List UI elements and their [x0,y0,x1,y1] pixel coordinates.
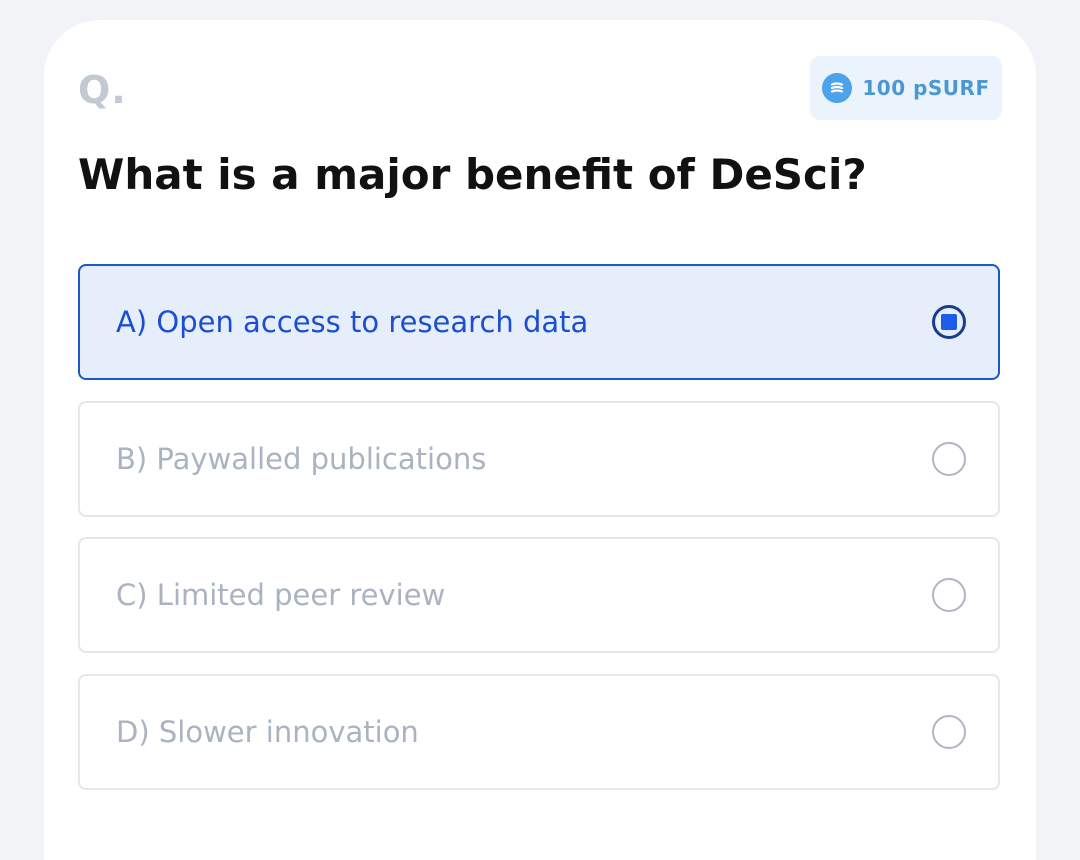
radio-unchecked-icon[interactable] [932,442,966,476]
radio-unchecked-icon[interactable] [932,578,966,612]
option-a[interactable]: A) Open access to research data [78,264,1000,380]
radio-checked-icon[interactable] [932,305,966,339]
reward-badge: 100 pSURF [810,56,1002,120]
option-label: C) Limited peer review [116,578,446,612]
radio-unchecked-icon[interactable] [932,715,966,749]
radio-dot [941,314,957,330]
option-c[interactable]: C) Limited peer review [78,537,1000,653]
question-text: What is a major benefit of DeSci? [78,150,867,199]
option-b[interactable]: B) Paywalled publications [78,401,1000,517]
reward-amount: 100 pSURF [862,76,990,100]
question-marker: Q. [78,68,127,112]
option-label: D) Slower innovation [116,715,419,749]
option-d[interactable]: D) Slower innovation [78,674,1000,790]
question-card: Q. 100 pSURF What is a major benefit of … [44,20,1036,860]
option-label: B) Paywalled publications [116,442,487,476]
coin-icon [822,73,853,103]
option-label: A) Open access to research data [116,305,589,339]
